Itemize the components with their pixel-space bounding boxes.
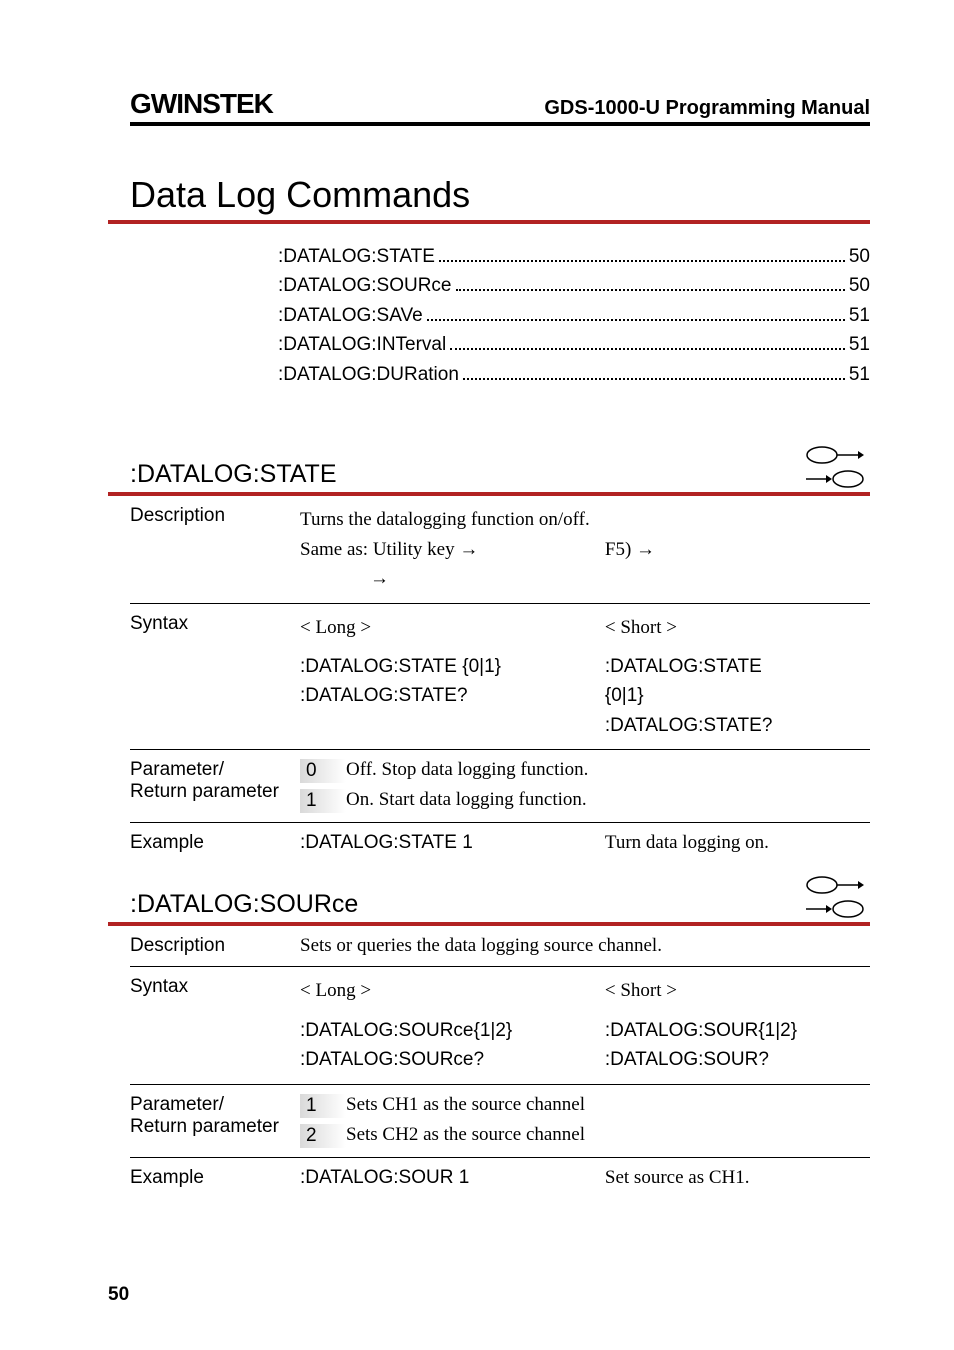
syntax-row: Syntax < Long > :DATALOG:SOURce{1|2} :DA… — [130, 967, 870, 1084]
toc-label: :DATALOG:INTerval — [278, 330, 446, 359]
description-text: Turns the datalogging function on/off. S… — [300, 505, 870, 593]
row-label: Parameter/ Return parameter — [130, 1094, 300, 1148]
row-label: Syntax — [130, 613, 300, 741]
row-label: Example — [130, 1167, 300, 1189]
short-syntax: :DATALOG:SOUR{1|2} — [605, 1006, 870, 1045]
toc-leader — [463, 378, 845, 380]
toc-page: 50 — [849, 271, 870, 300]
example-command: :DATALOG:STATE 1 — [300, 832, 605, 854]
description-row: Description Sets or queries the data log… — [130, 926, 870, 967]
parameter-row: Parameter/ Return parameter 0 Off. Stop … — [130, 750, 870, 823]
long-label: < Long > — [300, 613, 605, 642]
table-of-contents: :DATALOG:STATE 50 :DATALOG:SOURce 50 :DA… — [278, 242, 870, 389]
command-header: :DATALOG:STATE — [108, 445, 870, 496]
query-icon — [806, 899, 864, 919]
section-title: Data Log Commands — [108, 174, 870, 224]
set-icon — [806, 445, 864, 465]
toc-row: :DATALOG:INTerval 51 — [278, 330, 870, 359]
param-value: 1 — [300, 1094, 346, 1118]
param-desc: On. Start data logging function. — [346, 789, 870, 813]
param-entry: 1 On. Start data logging function. — [300, 789, 870, 813]
description-row: Description Turns the datalogging functi… — [130, 496, 870, 603]
parameter-row: Parameter/ Return parameter 1 Sets CH1 a… — [130, 1085, 870, 1158]
query-icon — [806, 469, 864, 489]
toc-row: :DATALOG:SOURce 50 — [278, 271, 870, 300]
toc-page: 51 — [849, 330, 870, 359]
toc-row: :DATALOG:DURation 51 — [278, 360, 870, 389]
desc-line: Turns the datalogging function on/off. — [300, 505, 870, 534]
example-desc: Turn data logging on. — [605, 832, 870, 854]
desc-line: Same as: Utility key → — [300, 535, 605, 564]
short-syntax: :DATALOG:STATE? — [605, 711, 870, 740]
param-label-line: Parameter/ — [130, 759, 300, 781]
row-label: Syntax — [130, 976, 300, 1074]
toc-leader — [456, 289, 845, 291]
param-entry: 2 Sets CH2 as the source channel — [300, 1124, 870, 1148]
command-type-icons — [806, 445, 870, 489]
param-value: 1 — [300, 789, 346, 813]
param-entry: 0 Off. Stop data logging function. — [300, 759, 870, 783]
long-syntax: :DATALOG:SOURce{1|2} — [300, 1006, 605, 1045]
long-syntax: :DATALOG:STATE? — [300, 681, 605, 710]
row-label: Parameter/ Return parameter — [130, 759, 300, 813]
row-label: Description — [130, 505, 300, 593]
page-header: GWINSTEK GDS-1000-U Programming Manual — [130, 88, 870, 126]
command-block: :DATALOG:SOURce Description Sets or quer… — [130, 875, 870, 1197]
toc-row: :DATALOG:SAVe 51 — [278, 301, 870, 330]
param-desc: Off. Stop data logging function. — [346, 759, 870, 783]
toc-leader — [427, 319, 845, 321]
command-name: :DATALOG:STATE — [130, 460, 337, 489]
row-label: Example — [130, 832, 300, 854]
param-label-line: Return parameter — [130, 781, 300, 803]
toc-leader — [439, 260, 845, 262]
param-desc: Sets CH2 as the source channel — [346, 1124, 870, 1148]
short-label: < Short > — [605, 976, 870, 1005]
toc-label: :DATALOG:SOURce — [278, 271, 452, 300]
command-type-icons — [806, 875, 870, 919]
syntax-row: Syntax < Long > :DATALOG:STATE {0|1} :DA… — [130, 604, 870, 751]
command-block: :DATALOG:STATE Description Turns the dat… — [130, 445, 870, 863]
example-command: :DATALOG:SOUR 1 — [300, 1167, 605, 1189]
toc-page: 51 — [849, 360, 870, 389]
toc-page: 51 — [849, 301, 870, 330]
command-name: :DATALOG:SOURce — [130, 890, 358, 919]
param-label-line: Parameter/ — [130, 1094, 300, 1116]
manual-title: GDS-1000-U Programming Manual — [544, 97, 870, 120]
toc-label: :DATALOG:STATE — [278, 242, 435, 271]
short-syntax: :DATALOG:SOUR? — [605, 1045, 870, 1074]
example-desc: Set source as CH1. — [605, 1167, 870, 1189]
long-syntax: :DATALOG:SOURce? — [300, 1045, 605, 1074]
example-row: Example :DATALOG:STATE 1 Turn data loggi… — [130, 823, 870, 863]
toc-label: :DATALOG:DURation — [278, 360, 459, 389]
desc-line: F5) → — [605, 535, 870, 564]
row-label: Description — [130, 935, 300, 957]
description-text: Sets or queries the data logging source … — [300, 935, 870, 957]
short-syntax: {0|1} — [605, 681, 870, 710]
desc-line: → — [300, 564, 870, 593]
set-icon — [806, 875, 864, 895]
param-desc: Sets CH1 as the source channel — [346, 1094, 870, 1118]
toc-leader — [450, 348, 845, 350]
example-row: Example :DATALOG:SOUR 1 Set source as CH… — [130, 1158, 870, 1198]
param-value: 2 — [300, 1124, 346, 1148]
param-value: 0 — [300, 759, 346, 783]
long-label: < Long > — [300, 976, 605, 1005]
brand-logo: GWINSTEK — [130, 88, 273, 120]
command-header: :DATALOG:SOURce — [108, 875, 870, 926]
page-number: 50 — [108, 1284, 129, 1306]
param-entry: 1 Sets CH1 as the source channel — [300, 1094, 870, 1118]
short-label: < Short > — [605, 613, 870, 642]
toc-page: 50 — [849, 242, 870, 271]
toc-label: :DATALOG:SAVe — [278, 301, 423, 330]
param-label-line: Return parameter — [130, 1116, 300, 1138]
toc-row: :DATALOG:STATE 50 — [278, 242, 870, 271]
short-syntax: :DATALOG:STATE — [605, 642, 870, 681]
long-syntax: :DATALOG:STATE {0|1} — [300, 642, 605, 681]
